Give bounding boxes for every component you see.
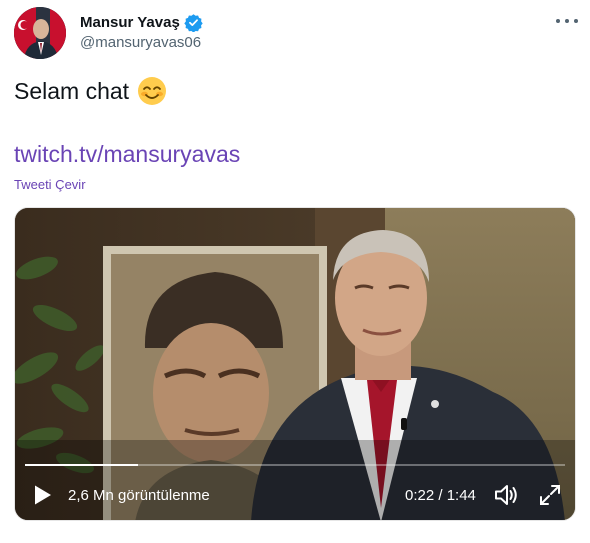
progress-fill <box>25 464 139 466</box>
fullscreen-icon[interactable] <box>538 483 562 507</box>
dot-icon <box>574 19 578 23</box>
volume-icon[interactable] <box>493 482 519 508</box>
dot-icon <box>565 19 569 23</box>
progress-bar[interactable] <box>25 464 565 466</box>
translate-tweet-button[interactable]: Tweeti Çevir <box>14 177 86 192</box>
dot-icon <box>556 19 560 23</box>
more-options-button[interactable] <box>556 13 578 29</box>
author-names: Mansur Yavaş @mansuryavas06 <box>80 12 203 51</box>
smiling-face-emoji-icon <box>137 76 167 106</box>
tweet-text: Selam chat <box>14 76 167 106</box>
display-name-row: Mansur Yavaş <box>80 12 203 33</box>
avatar[interactable] <box>14 7 66 59</box>
video-controls: 2,6 Mn görüntülenme 0:22 / 1:44 <box>15 470 575 520</box>
display-name[interactable]: Mansur Yavaş <box>80 14 180 31</box>
tweet-text-content: Selam chat <box>14 77 130 104</box>
tweet-header: Mansur Yavaş @mansuryavas06 <box>14 7 580 59</box>
verified-badge-icon <box>184 13 203 33</box>
play-icon[interactable] <box>33 484 53 506</box>
video-time: 0:22 / 1:44 <box>405 487 476 504</box>
tweet-link[interactable]: twitch.tv/mansuryavas <box>14 141 240 168</box>
video-player[interactable]: 2,6 Mn görüntülenme 0:22 / 1:44 <box>14 207 576 521</box>
view-count: 2,6 Mn görüntülenme <box>68 487 210 504</box>
handle[interactable]: @mansuryavas06 <box>80 34 203 51</box>
